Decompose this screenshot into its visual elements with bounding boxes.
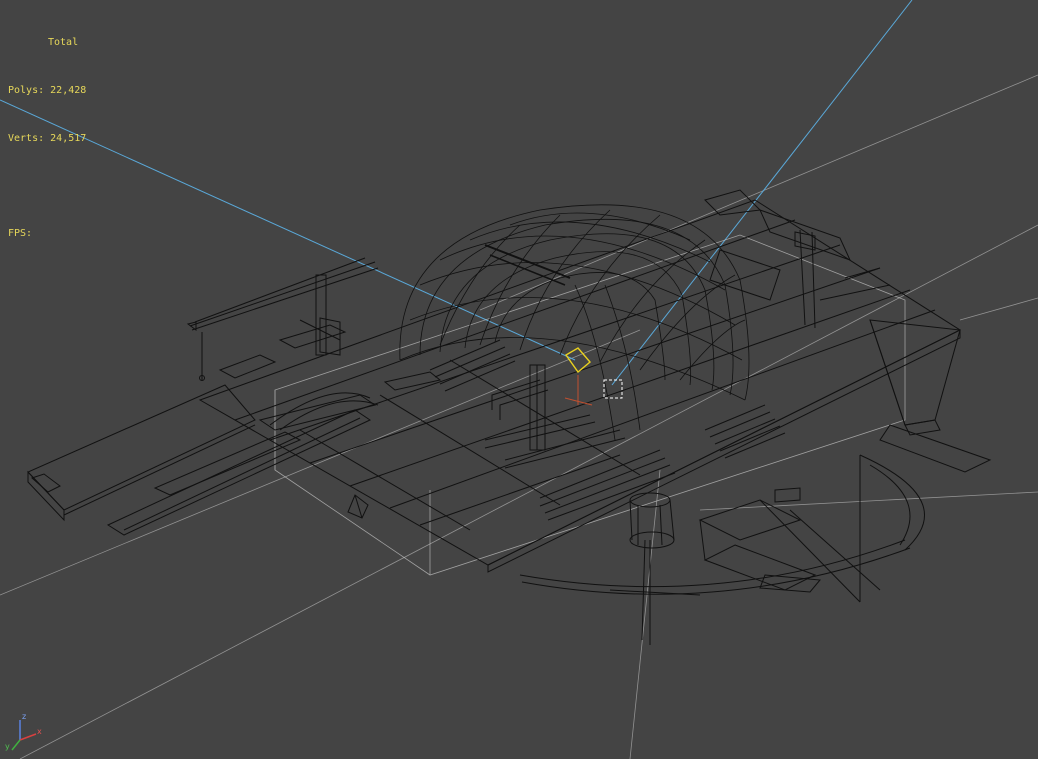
stats-polys-value: 22,428 — [50, 85, 87, 96]
camera-target-helper — [603, 379, 623, 399]
grating — [429, 339, 786, 459]
axis-tripod-icon: z x y — [2, 712, 46, 756]
stats-verts-row: Verts: 24,517 — [8, 131, 86, 147]
light-target-lines — [0, 0, 913, 386]
stats-polys-row: Polys: 22,428 — [8, 83, 86, 99]
light-object-icon[interactable] — [347, 494, 369, 519]
stats-total-label: Total — [48, 37, 79, 48]
axis-z-label: z — [22, 712, 27, 721]
dome-wireframe — [399, 204, 750, 441]
stats-fps-label: FPS: — [8, 228, 33, 239]
axis-y-label: y — [5, 742, 10, 751]
stats-verts-value: 24,517 — [50, 133, 87, 144]
hull-wireframe — [27, 189, 992, 645]
ground-grid-lines — [0, 74, 1038, 759]
axis-x-label: x — [37, 727, 42, 736]
stats-verts-label: Verts: — [8, 133, 45, 144]
light-helper — [564, 347, 593, 406]
perspective-viewport[interactable]: Total Polys: 22,428 Verts: 24,517 FPS: z… — [0, 0, 1038, 759]
bounding-box — [274, 234, 906, 576]
stats-polys-label: Polys: — [8, 85, 45, 96]
viewport-statistics: Total Polys: 22,428 Verts: 24,517 FPS: — [8, 3, 86, 274]
wireframe-scene[interactable] — [0, 0, 1038, 759]
